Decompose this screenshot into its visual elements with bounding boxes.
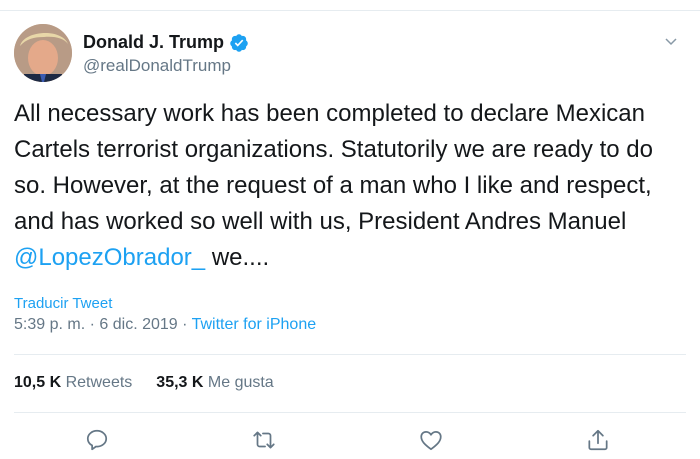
likes-label: Me gusta <box>207 374 274 391</box>
retweets-label: Retweets <box>65 374 133 391</box>
tweet-source-link[interactable]: Twitter for iPhone <box>192 316 317 333</box>
divider <box>14 412 686 413</box>
likes-count: 35,3 K <box>156 374 204 391</box>
retweets-stat[interactable]: 10,5 K Retweets <box>14 374 132 391</box>
chevron-down-icon[interactable] <box>663 33 679 49</box>
heart-icon[interactable] <box>418 427 444 453</box>
reply-icon[interactable] <box>84 427 110 453</box>
handle[interactable]: @realDonaldTrump <box>83 56 231 76</box>
tweet-meta: 5:39 p. m. · 6 dic. 2019 · Twitter for i… <box>14 316 316 334</box>
share-icon[interactable] <box>585 427 611 453</box>
translate-tweet-link[interactable]: Traducir Tweet <box>14 295 112 312</box>
display-name[interactable]: Donald J. Trump <box>83 32 224 53</box>
top-divider <box>0 10 700 11</box>
verified-badge-icon <box>230 34 248 52</box>
avatar[interactable] <box>14 24 72 82</box>
likes-stat[interactable]: 35,3 K Me gusta <box>156 374 273 391</box>
retweets-count: 10,5 K <box>14 374 62 391</box>
tweet-date[interactable]: 6 dic. 2019 <box>99 316 177 333</box>
tweet-text: All necessary work has been completed to… <box>14 96 689 276</box>
meta-separator: · <box>89 316 95 333</box>
meta-separator: · <box>182 316 188 333</box>
tweet-text-tail: we.... <box>205 244 270 271</box>
tweet-stats: 10,5 K Retweets 35,3 K Me gusta <box>14 374 274 392</box>
divider <box>14 354 686 355</box>
tweet-text-body: All necessary work has been completed to… <box>14 100 653 235</box>
retweet-icon[interactable] <box>251 427 277 453</box>
mention-link[interactable]: @LopezObrador_ <box>14 244 205 271</box>
tweet-time[interactable]: 5:39 p. m. <box>14 316 85 333</box>
